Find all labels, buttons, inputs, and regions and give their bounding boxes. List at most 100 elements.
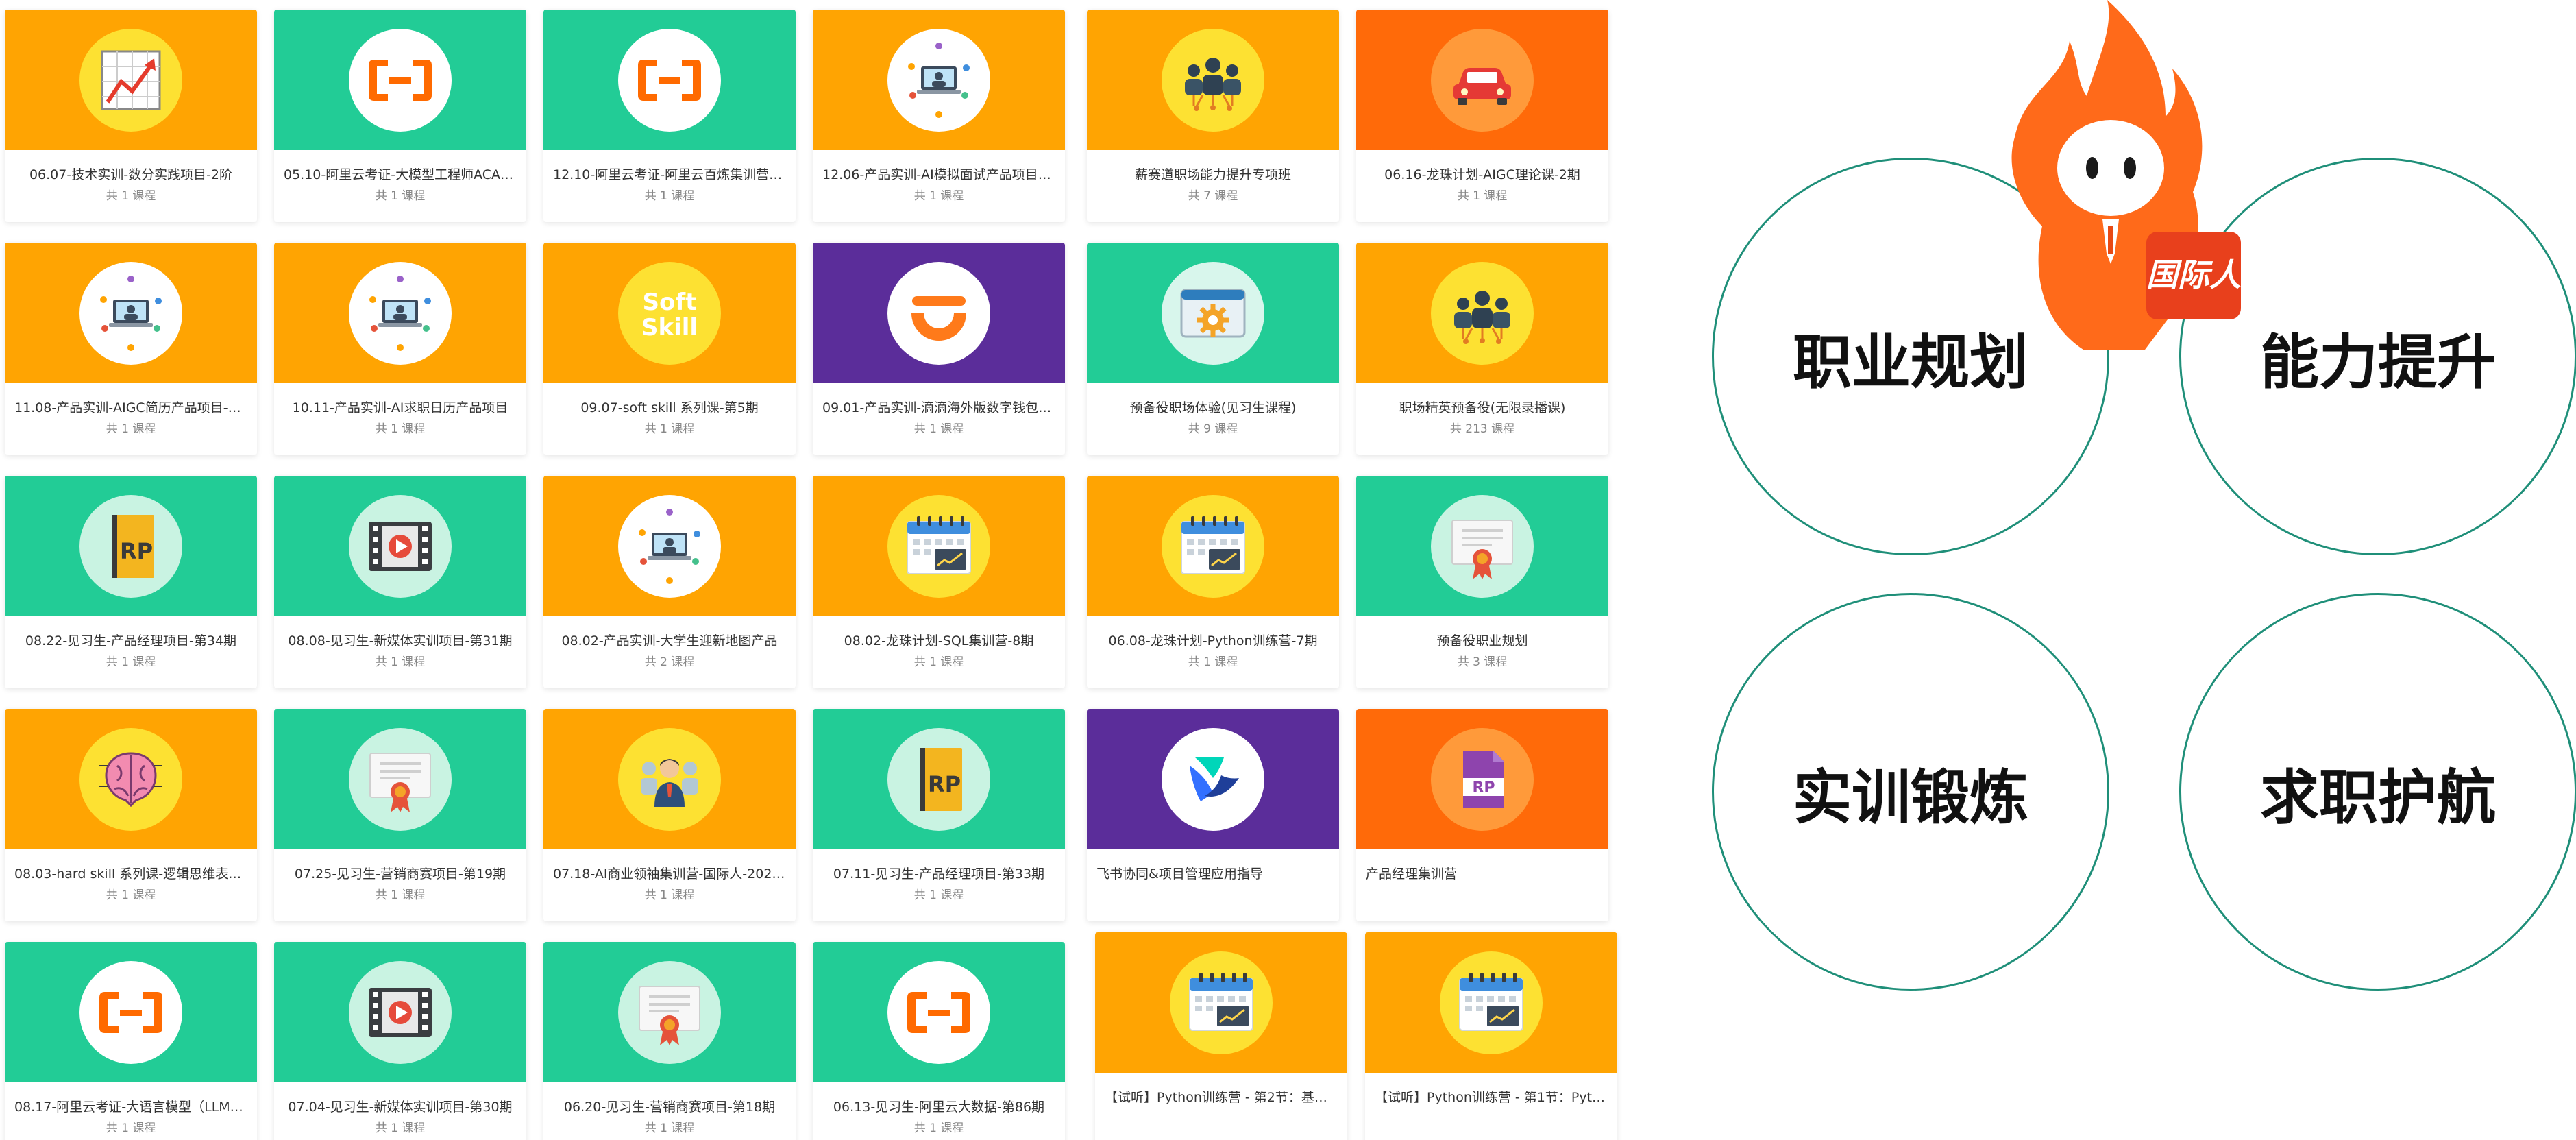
- course-thumbnail[interactable]: RP: [1356, 709, 1608, 849]
- course-thumbnail[interactable]: Soft Skill: [543, 243, 796, 383]
- course-title[interactable]: 12.06-产品实训-AI模拟面试产品项目-4期: [813, 150, 1065, 183]
- course-thumbnail[interactable]: [543, 709, 796, 849]
- rp-file-icon: RP: [1431, 727, 1534, 831]
- course-title[interactable]: 职场精英预备役(无限录播课): [1356, 383, 1608, 416]
- course-title[interactable]: 【试听】Python训练营 - 第1节：Pytho...: [1365, 1073, 1617, 1106]
- course-card[interactable]: 12.10-阿里云考证-阿里云百炼集训营-2期共 1 课程: [543, 10, 796, 222]
- course-card[interactable]: 06.07-技术实训-数分实践项目-2阶共 1 课程: [5, 10, 257, 222]
- team-icon: [1431, 261, 1534, 365]
- course-title[interactable]: 薪赛道职场能力提升专项班: [1087, 150, 1339, 183]
- course-card[interactable]: 【试听】Python训练营 - 第2节：基本...: [1095, 932, 1347, 1140]
- course-title[interactable]: 07.18-AI商业领袖集训营-国际人-2024 ...: [543, 849, 796, 882]
- course-title[interactable]: 【试听】Python训练营 - 第2节：基本...: [1095, 1073, 1347, 1106]
- course-card[interactable]: 12.06-产品实训-AI模拟面试产品项目-4期共 1 课程: [813, 10, 1065, 222]
- laptop-orbit-icon: [349, 261, 452, 365]
- course-title[interactable]: 08.08-见习生-新媒体实训项目-第31期: [274, 616, 526, 649]
- course-thumbnail[interactable]: [1087, 243, 1339, 383]
- course-title[interactable]: 09.01-产品实训-滴滴海外版数字钱包产...: [813, 383, 1065, 416]
- course-title[interactable]: 06.07-技术实训-数分实践项目-2阶: [5, 150, 257, 183]
- course-card[interactable]: 06.13-见习生-阿里云大数据-第86期共 1 课程: [813, 942, 1065, 1140]
- course-card[interactable]: 职场精英预备役(无限录播课) 共 213 课程: [1356, 243, 1608, 455]
- course-title[interactable]: 预备役职业规划: [1356, 616, 1608, 649]
- course-thumbnail[interactable]: [813, 942, 1065, 1082]
- course-thumbnail[interactable]: [1356, 476, 1608, 616]
- course-title[interactable]: 06.13-见习生-阿里云大数据-第86期: [813, 1082, 1065, 1115]
- course-card[interactable]: 08.02-产品实训-大学生迎新地图产品共 2 课程: [543, 476, 796, 688]
- course-card[interactable]: 08.08-见习生-新媒体实训项目-第31期共 1 课程: [274, 476, 526, 688]
- course-thumbnail[interactable]: [1095, 932, 1347, 1073]
- course-thumbnail[interactable]: [5, 709, 257, 849]
- course-title[interactable]: 预备役职场体验(见习生课程): [1087, 383, 1339, 416]
- course-thumbnail[interactable]: [1365, 932, 1617, 1073]
- course-card[interactable]: RP 产品经理集训营: [1356, 709, 1608, 921]
- course-thumbnail[interactable]: [1356, 243, 1608, 383]
- course-title[interactable]: 07.11-见习生-产品经理项目-第33期: [813, 849, 1065, 882]
- course-thumbnail[interactable]: [274, 243, 526, 383]
- course-thumbnail[interactable]: [274, 476, 526, 616]
- course-count: 共 1 课程: [375, 1121, 426, 1135]
- course-title[interactable]: 10.11-产品实训-AI求职日历产品项目: [274, 383, 526, 416]
- course-title[interactable]: 08.17-阿里云考证-大语言模型（LLM）...: [5, 1082, 257, 1115]
- soft-skill-icon: Soft Skill: [618, 261, 721, 365]
- course-card[interactable]: 05.10-阿里云考证-大模型工程师ACA认... 共 1 课程: [274, 10, 526, 222]
- course-thumbnail[interactable]: [1356, 10, 1608, 150]
- course-card[interactable]: 07.25-见习生-营销商赛项目-第19期共 1 课程: [274, 709, 526, 921]
- course-title[interactable]: 06.16-龙珠计划-AIGC理论课-2期: [1356, 150, 1608, 183]
- course-count: 共 1 课程: [644, 1121, 695, 1135]
- course-title[interactable]: 06.08-龙珠计划-Python训练营-7期: [1087, 616, 1339, 649]
- course-thumbnail[interactable]: [813, 10, 1065, 150]
- course-title[interactable]: 产品经理集训营: [1356, 849, 1608, 882]
- course-thumbnail[interactable]: [1087, 709, 1339, 849]
- course-card[interactable]: 09.01-产品实训-滴滴海外版数字钱包产... 共 1 课程: [813, 243, 1065, 455]
- course-title[interactable]: 07.04-见习生-新媒体实训项目-第30期: [274, 1082, 526, 1115]
- course-card[interactable]: 08.17-阿里云考证-大语言模型（LLM）... 共 1 课程: [5, 942, 257, 1140]
- course-card[interactable]: 06.08-龙珠计划-Python训练营-7期共 1 课程: [1087, 476, 1339, 688]
- course-card[interactable]: 薪赛道职场能力提升专项班共 7 课程: [1087, 10, 1339, 222]
- course-card[interactable]: 【试听】Python训练营 - 第1节：Pytho...: [1365, 932, 1617, 1140]
- aliyun-logo-icon: [887, 960, 990, 1064]
- course-card[interactable]: 07.04-见习生-新媒体实训项目-第30期共 1 课程: [274, 942, 526, 1140]
- course-thumbnail[interactable]: [5, 10, 257, 150]
- course-title[interactable]: 12.10-阿里云考证-阿里云百炼集训营-2期: [543, 150, 796, 183]
- course-thumbnail[interactable]: [543, 942, 796, 1082]
- course-thumbnail[interactable]: [274, 10, 526, 150]
- course-thumbnail[interactable]: [5, 942, 257, 1082]
- course-thumbnail[interactable]: [813, 476, 1065, 616]
- course-card[interactable]: 飞书协同&项目管理应用指导: [1087, 709, 1339, 921]
- course-title[interactable]: 08.02-产品实训-大学生迎新地图产品: [543, 616, 796, 649]
- course-card[interactable]: 06.20-见习生-营销商赛项目-第18期共 1 课程: [543, 942, 796, 1140]
- course-thumbnail[interactable]: [5, 243, 257, 383]
- course-card[interactable]: 预备役职场体验(见习生课程) 共 9 课程: [1087, 243, 1339, 455]
- course-thumbnail[interactable]: [274, 709, 526, 849]
- course-title[interactable]: 08.02-龙珠计划-SQL集训营-8期: [813, 616, 1065, 649]
- course-title[interactable]: 07.25-见习生-营销商赛项目-第19期: [274, 849, 526, 882]
- promo-graphic: 职业规划 能力提升 实训锻炼 求职护航 国际人: [1658, 0, 2576, 1140]
- course-title[interactable]: 09.07-soft skill 系列课-第5期: [543, 383, 796, 416]
- course-count: 共 1 课程: [375, 655, 426, 669]
- course-thumbnail[interactable]: [543, 10, 796, 150]
- course-title[interactable]: 06.20-见习生-营销商赛项目-第18期: [543, 1082, 796, 1115]
- course-card[interactable]: 08.02-龙珠计划-SQL集训营-8期共 1 课程: [813, 476, 1065, 688]
- course-title[interactable]: 11.08-产品实训-AIGC简历产品项目-3期: [5, 383, 257, 416]
- course-thumbnail[interactable]: RP: [5, 476, 257, 616]
- course-card[interactable]: Soft Skill 09.07-soft skill 系列课-第5期共 1 课程: [543, 243, 796, 455]
- course-thumbnail[interactable]: [543, 476, 796, 616]
- course-title[interactable]: 08.22-见习生-产品经理项目-第34期: [5, 616, 257, 649]
- course-thumbnail[interactable]: RP: [813, 709, 1065, 849]
- course-card[interactable]: 11.08-产品实训-AIGC简历产品项目-3期共 1 课程: [5, 243, 257, 455]
- course-title[interactable]: 05.10-阿里云考证-大模型工程师ACA认...: [274, 150, 526, 183]
- course-card[interactable]: 06.16-龙珠计划-AIGC理论课-2期共 1 课程: [1356, 10, 1608, 222]
- course-thumbnail[interactable]: [274, 942, 526, 1082]
- course-thumbnail[interactable]: [1087, 476, 1339, 616]
- course-thumbnail[interactable]: [813, 243, 1065, 383]
- course-card[interactable]: RP 07.11-见习生-产品经理项目-第33期共 1 课程: [813, 709, 1065, 921]
- course-card[interactable]: 08.03-hard skill 系列课-逻辑思维表达训... 共 1 课程: [5, 709, 257, 921]
- course-card[interactable]: 10.11-产品实训-AI求职日历产品项目共 1 课程: [274, 243, 526, 455]
- course-card[interactable]: RP 08.22-见习生-产品经理项目-第34期共 1 课程: [5, 476, 257, 688]
- course-title[interactable]: 08.03-hard skill 系列课-逻辑思维表达训...: [5, 849, 257, 882]
- course-card[interactable]: 07.18-AI商业领袖集训营-国际人-2024 ... 共 1 课程: [543, 709, 796, 921]
- course-card[interactable]: 预备役职业规划共 3 课程: [1356, 476, 1608, 688]
- course-title[interactable]: 飞书协同&项目管理应用指导: [1087, 849, 1339, 882]
- course-thumbnail[interactable]: [1087, 10, 1339, 150]
- course-grid: 06.07-技术实训-数分实践项目-2阶共 1 课程 05.10-阿里云考证-大模…: [0, 0, 1631, 1140]
